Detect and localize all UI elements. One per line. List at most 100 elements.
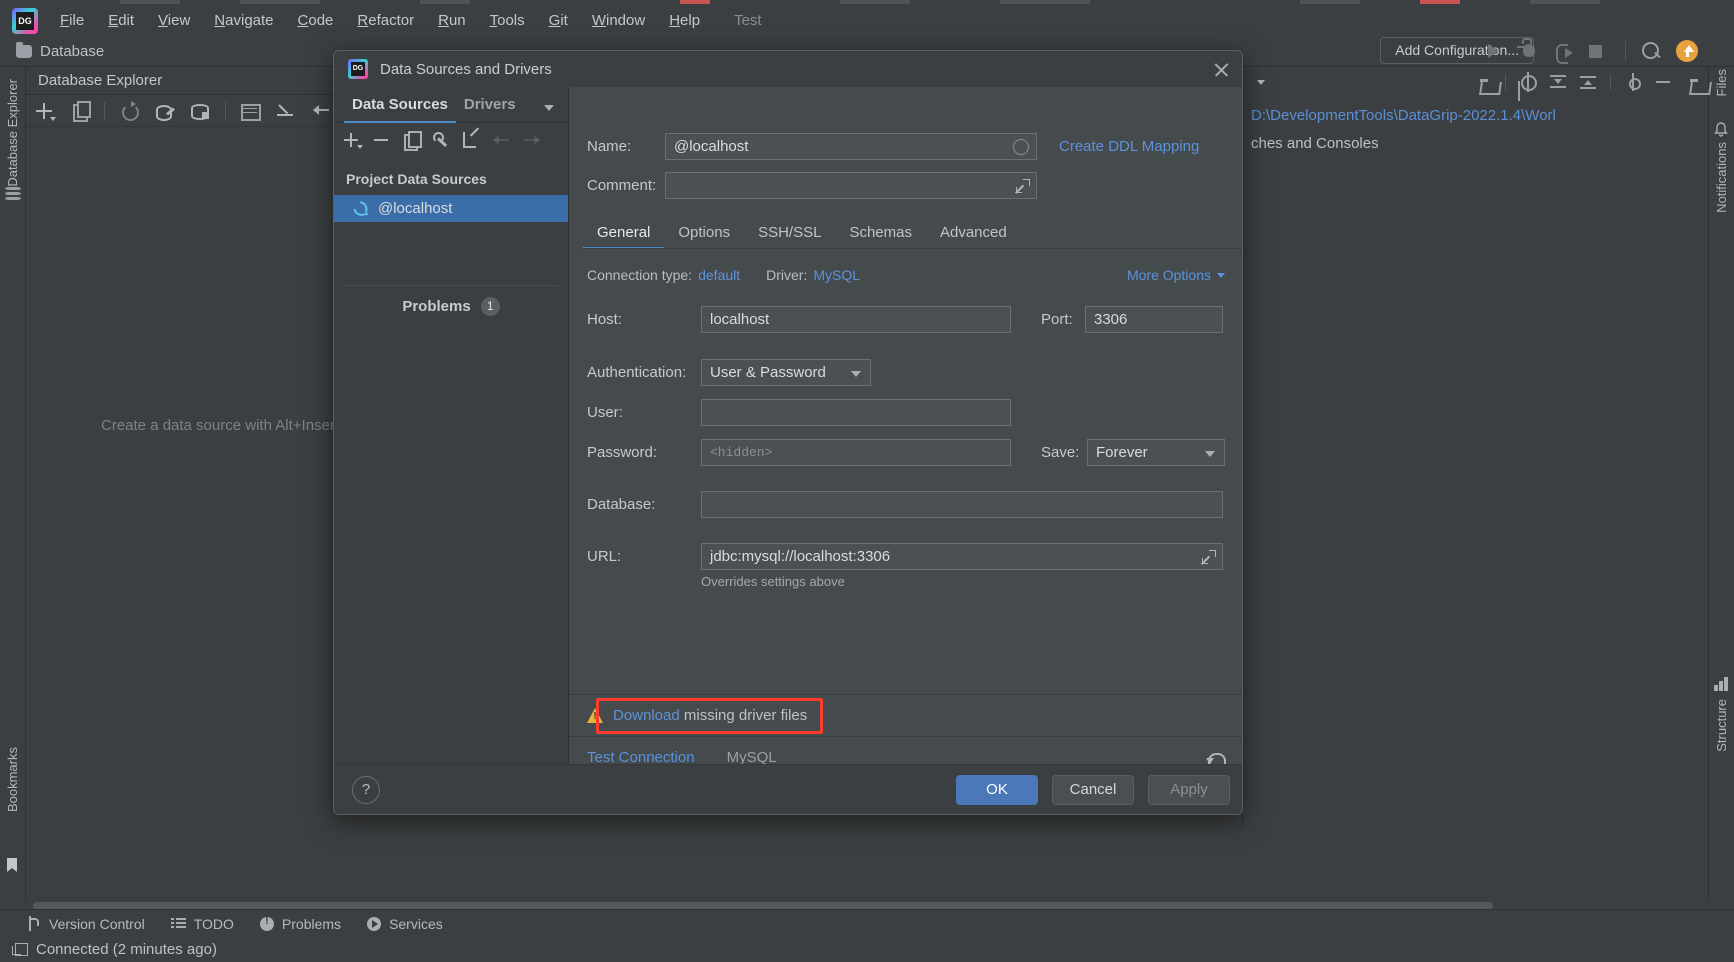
debug-icon[interactable] bbox=[1519, 41, 1539, 61]
authentication-select[interactable]: User & Password bbox=[701, 359, 871, 386]
move-down-icon[interactable] bbox=[520, 128, 546, 152]
menu-item-code[interactable]: Code bbox=[286, 9, 346, 32]
user-input[interactable] bbox=[701, 399, 1011, 426]
menu-item-refactor[interactable]: Refactor bbox=[345, 9, 426, 32]
open-folder-icon[interactable] bbox=[1475, 74, 1491, 90]
host-input-value: localhost bbox=[710, 311, 770, 328]
expand-editor-icon[interactable] bbox=[1202, 550, 1216, 564]
chevron-down-icon[interactable] bbox=[1257, 79, 1265, 85]
structure-icon bbox=[1714, 677, 1730, 693]
attach-process-icon[interactable] bbox=[1555, 44, 1573, 64]
project-name: Test bbox=[734, 12, 762, 29]
host-row: Host: localhost Port: 3306 bbox=[587, 306, 1223, 333]
status-item-label: Problems bbox=[281, 915, 342, 932]
menu-item-edit[interactable]: Edit bbox=[96, 9, 146, 32]
database-row: Database: bbox=[587, 491, 1223, 518]
remove-icon[interactable] bbox=[370, 128, 396, 152]
tab-general[interactable]: General bbox=[583, 224, 665, 249]
port-input[interactable]: 3306 bbox=[1085, 306, 1223, 333]
menu-item-help[interactable]: Help bbox=[657, 9, 712, 32]
menu-item-git[interactable]: Git bbox=[537, 9, 580, 32]
database-input[interactable] bbox=[701, 491, 1223, 518]
url-input[interactable]: jdbc:mysql://localhost:3306 bbox=[701, 543, 1223, 570]
chevron-down-icon[interactable] bbox=[544, 105, 554, 111]
tab-options[interactable]: Options bbox=[664, 224, 744, 249]
duplicate-icon[interactable] bbox=[65, 98, 95, 124]
share-icon[interactable] bbox=[460, 128, 486, 152]
modify-object-icon[interactable] bbox=[271, 98, 301, 124]
breadcrumb[interactable]: Database bbox=[40, 43, 104, 60]
rail-label-structure[interactable]: Structure bbox=[1714, 699, 1729, 752]
close-icon[interactable] bbox=[1210, 59, 1232, 81]
driver-properties-icon[interactable] bbox=[430, 128, 456, 152]
apply-button[interactable]: Apply bbox=[1148, 774, 1230, 805]
menu-item-file[interactable]: File bbox=[48, 9, 96, 32]
password-input[interactable]: <hidden> bbox=[701, 439, 1011, 466]
problems-row[interactable]: Problems 1 bbox=[334, 297, 568, 316]
status-item-label: TODO bbox=[193, 915, 234, 932]
tab-data-sources[interactable]: Data Sources bbox=[344, 96, 456, 123]
new-data-source-icon[interactable] bbox=[186, 98, 216, 124]
dialog-left-pane: Data Sources Drivers Project Data Source… bbox=[334, 87, 569, 779]
settings-icon[interactable] bbox=[1625, 73, 1641, 91]
status-item-version-control[interactable]: Version Control bbox=[26, 916, 145, 932]
driver-value[interactable]: MySQL bbox=[813, 267, 860, 283]
connection-type-value[interactable]: default bbox=[698, 267, 740, 283]
folder-icon bbox=[16, 42, 32, 58]
tab-ssh-ssl[interactable]: SSH/SSL bbox=[744, 224, 835, 249]
search-everywhere-icon[interactable] bbox=[1642, 42, 1660, 60]
menu-item-window[interactable]: Window bbox=[580, 9, 657, 32]
menu-item-view[interactable]: View bbox=[146, 9, 202, 32]
driver-label: Driver: bbox=[766, 267, 808, 283]
move-up-icon[interactable] bbox=[490, 128, 516, 152]
color-circle-icon[interactable] bbox=[1013, 139, 1029, 155]
rail-label-bookmarks[interactable]: Bookmarks bbox=[5, 747, 20, 812]
save-select[interactable]: Forever bbox=[1087, 439, 1225, 466]
folder-icon[interactable] bbox=[1685, 74, 1701, 90]
tab-schemas[interactable]: Schemas bbox=[835, 224, 926, 249]
status-item-todo[interactable]: TODO bbox=[170, 915, 234, 932]
rail-label-database-explorer[interactable]: Database Explorer bbox=[5, 79, 20, 187]
stop-icon[interactable] bbox=[1589, 41, 1609, 61]
host-input[interactable]: localhost bbox=[701, 306, 1011, 333]
status-item-problems[interactable]: Problems bbox=[259, 915, 342, 932]
collapse-all-icon[interactable] bbox=[1580, 74, 1596, 90]
locate-icon[interactable] bbox=[1520, 72, 1537, 92]
rail-label-notifications[interactable]: Notifications bbox=[1714, 142, 1729, 213]
run-icon[interactable] bbox=[1483, 41, 1503, 61]
update-icon[interactable] bbox=[1676, 40, 1698, 62]
refresh-icon[interactable] bbox=[114, 98, 144, 124]
dialog-titlebar: Data Sources and Drivers bbox=[334, 51, 1242, 87]
notifications-icon bbox=[1714, 122, 1730, 138]
menu-item-tools[interactable]: Tools bbox=[478, 9, 537, 32]
rail-label-files[interactable]: Files bbox=[1714, 69, 1729, 96]
chevron-down-icon bbox=[1217, 272, 1225, 278]
tab-drivers[interactable]: Drivers bbox=[456, 96, 524, 122]
name-input[interactable]: @localhost bbox=[665, 133, 1037, 160]
ok-button[interactable]: OK bbox=[956, 774, 1038, 805]
help-icon[interactable]: ? bbox=[352, 775, 380, 804]
data-source-properties-icon[interactable] bbox=[150, 98, 180, 124]
status-item-services[interactable]: Services bbox=[367, 916, 443, 932]
cancel-button[interactable]: Cancel bbox=[1052, 774, 1134, 805]
jump-to-query-console-icon[interactable] bbox=[235, 98, 265, 124]
add-icon[interactable] bbox=[340, 128, 366, 152]
dialog-settings-tabs: General Options SSH/SSL Schemas Advanced bbox=[583, 217, 1021, 249]
url-hint: Overrides settings above bbox=[701, 574, 845, 589]
expand-editor-icon[interactable] bbox=[1016, 179, 1030, 193]
add-icon[interactable] bbox=[29, 98, 59, 124]
more-options-toggle[interactable]: More Options bbox=[1127, 267, 1225, 283]
port-label: Port: bbox=[1041, 311, 1073, 328]
menu-item-run[interactable]: Run bbox=[426, 9, 478, 32]
tabs-underline bbox=[583, 248, 1242, 249]
tab-advanced[interactable]: Advanced bbox=[926, 224, 1021, 249]
duplicate-icon[interactable] bbox=[400, 128, 426, 152]
right-panel-icons bbox=[1475, 72, 1701, 92]
menu-item-navigate[interactable]: Navigate bbox=[202, 9, 285, 32]
data-source-node-localhost[interactable]: @localhost bbox=[334, 195, 568, 222]
database-icon bbox=[5, 187, 21, 203]
create-ddl-mapping-link[interactable]: Create DDL Mapping bbox=[1059, 138, 1199, 155]
hide-icon[interactable] bbox=[1655, 74, 1671, 90]
comment-input[interactable] bbox=[665, 172, 1037, 199]
expand-all-icon[interactable] bbox=[1550, 74, 1566, 90]
